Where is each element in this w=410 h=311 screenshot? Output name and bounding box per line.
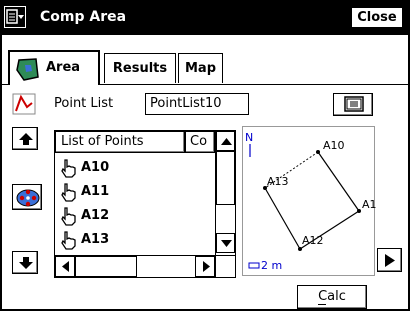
move-down-button[interactable] xyxy=(12,251,38,274)
column-header-points[interactable]: List of Points xyxy=(55,131,185,153)
horizontal-scrollbar[interactable] xyxy=(55,255,215,277)
point-name: A12 xyxy=(81,208,110,223)
edge xyxy=(317,151,360,212)
scroll-up-arrow-icon[interactable] xyxy=(216,131,235,151)
hscroll-thumb[interactable] xyxy=(75,256,137,277)
tab-area[interactable]: Area xyxy=(8,50,100,85)
column-header-code[interactable]: Co xyxy=(185,131,215,153)
select-from-map-button[interactable] xyxy=(12,184,42,210)
scale-label: 2 m xyxy=(261,259,282,272)
hand-pointer-icon xyxy=(59,158,77,178)
hand-pointer-icon xyxy=(59,182,77,202)
map-point-label: A10 xyxy=(323,139,345,152)
window-title: Comp Area xyxy=(40,9,127,25)
point-name: A11 xyxy=(81,184,110,199)
hand-pointer-icon xyxy=(59,206,77,226)
edge xyxy=(264,187,301,250)
calc-button[interactable]: Calc xyxy=(297,285,367,309)
map-point-label: A13 xyxy=(267,175,289,188)
scale-bar-icon xyxy=(248,262,260,269)
scroll-left-arrow-icon[interactable] xyxy=(55,256,75,277)
scroll-down-arrow-icon[interactable] xyxy=(216,233,235,253)
point-name: A13 xyxy=(81,232,110,247)
point-list-label: Point List xyxy=(54,96,114,111)
polyline-icon xyxy=(12,93,36,115)
scrollbar-corner xyxy=(215,255,235,277)
north-label: N xyxy=(245,131,253,144)
point-list-input[interactable]: PointList10 xyxy=(145,93,249,115)
map-point-marker[interactable] xyxy=(298,247,302,251)
title-bar: Comp Area Close xyxy=(0,0,410,35)
point-name: A10 xyxy=(81,160,110,175)
map-point-marker[interactable] xyxy=(316,150,320,154)
select-list-button[interactable] xyxy=(333,93,373,116)
accelerator-underline xyxy=(318,304,327,305)
close-button[interactable]: Close xyxy=(351,7,403,28)
calc-button-label: Calc xyxy=(318,289,346,305)
move-up-button[interactable] xyxy=(12,127,38,150)
map-point-marker[interactable] xyxy=(357,209,361,213)
vertical-scrollbar[interactable] xyxy=(215,131,235,255)
start-menu-icon[interactable] xyxy=(4,6,26,28)
tab-results[interactable]: Results xyxy=(104,53,176,83)
scroll-right-arrow-icon[interactable] xyxy=(195,256,215,277)
tab-map[interactable]: Map xyxy=(178,53,223,83)
points-listview[interactable]: List of Points Co A10 A11 A12 A13 xyxy=(54,130,236,278)
area-polygon-icon xyxy=(14,56,40,82)
map-next-button[interactable] xyxy=(377,248,402,272)
map-point-label: A12 xyxy=(302,234,324,247)
scroll-thumb[interactable] xyxy=(216,151,235,205)
tab-area-label: Area xyxy=(46,60,81,75)
area-map-preview[interactable]: N A10 A13 A12 A1 2 m xyxy=(242,126,376,276)
hand-pointer-icon xyxy=(59,230,77,250)
map-point-label: A1 xyxy=(362,198,376,211)
